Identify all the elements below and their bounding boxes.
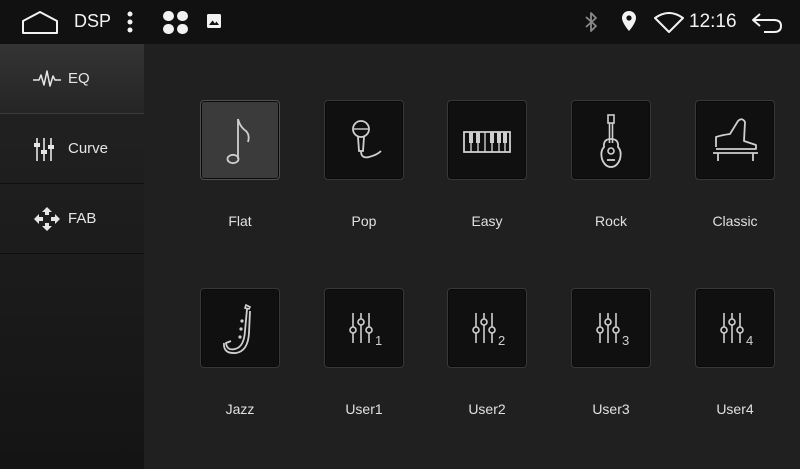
preset-tile[interactable]: 1 — [324, 288, 404, 368]
music-note-icon — [226, 118, 250, 165]
piano-keys-icon — [463, 131, 511, 153]
preset-classic[interactable]: Classic — [673, 100, 797, 240]
preset-user3[interactable]: 3 User3 — [549, 288, 673, 428]
sidebar-item-label: EQ — [68, 70, 90, 87]
user-eq-icon: 1 — [349, 313, 382, 348]
sliders-icon — [34, 137, 54, 161]
user-eq-icon: 3 — [596, 313, 629, 348]
preset-pop[interactable]: Pop — [302, 100, 426, 240]
preset-grid: Flat Pop Easy Rock Classic Jazz 1 User1 … — [144, 44, 800, 469]
preset-label: Flat — [228, 213, 252, 229]
preset-flat[interactable]: Flat — [178, 100, 302, 240]
preset-label: Pop — [351, 213, 377, 229]
preset-label: User3 — [592, 401, 630, 417]
bluetooth-icon — [585, 12, 597, 32]
preset-user4[interactable]: 4 User4 — [673, 288, 797, 428]
grand-piano-icon — [713, 118, 758, 161]
clock: 12:16 — [689, 11, 737, 32]
sidebar: EQ Curve FAB — [0, 44, 144, 469]
guitar-icon — [600, 114, 622, 168]
wifi-icon — [654, 12, 684, 33]
sidebar-item-eq[interactable]: EQ — [0, 44, 144, 114]
user-number: 3 — [622, 333, 629, 348]
preset-label: Rock — [595, 213, 627, 229]
user-number: 1 — [375, 333, 382, 348]
sidebar-item-curve[interactable]: Curve — [0, 114, 144, 184]
status-bar: DSP 12:16 — [0, 0, 800, 44]
preset-tile[interactable] — [200, 288, 280, 368]
location-icon — [622, 11, 636, 31]
sidebar-item-label: FAB — [68, 210, 97, 227]
preset-tile[interactable]: 3 — [571, 288, 651, 368]
preset-label: Easy — [471, 213, 503, 229]
sidebar-item-fab[interactable]: FAB — [0, 184, 144, 254]
user-number: 2 — [498, 333, 505, 348]
sidebar-item-label: Curve — [68, 140, 109, 157]
back-icon[interactable] — [750, 10, 784, 34]
preset-tile[interactable] — [447, 100, 527, 180]
user-eq-icon: 2 — [472, 313, 505, 348]
preset-tile[interactable]: 4 — [695, 288, 775, 368]
user-number: 4 — [746, 333, 753, 348]
preset-user2[interactable]: 2 User2 — [425, 288, 549, 428]
home-icon[interactable] — [20, 9, 60, 35]
preset-jazz[interactable]: Jazz — [178, 288, 302, 428]
preset-tile[interactable] — [695, 100, 775, 180]
app-title: DSP — [74, 11, 112, 31]
microphone-icon — [352, 120, 382, 159]
preset-tile[interactable]: 2 — [447, 288, 527, 368]
preset-tile[interactable] — [571, 100, 651, 180]
preset-tile[interactable] — [200, 100, 280, 180]
balance-arrows-icon — [34, 206, 60, 231]
preset-label: Classic — [712, 213, 758, 229]
preset-easy[interactable]: Easy — [425, 100, 549, 240]
user-eq-icon: 4 — [720, 313, 753, 348]
waveform-icon — [33, 69, 61, 87]
saxophone-icon — [223, 303, 252, 354]
preset-user1[interactable]: 1 User1 — [302, 288, 426, 428]
preset-tile[interactable] — [324, 100, 404, 180]
image-icon[interactable] — [206, 13, 222, 29]
more-vert-icon[interactable] — [125, 11, 135, 35]
preset-rock[interactable]: Rock — [549, 100, 673, 240]
preset-label: User4 — [716, 401, 754, 417]
preset-label: Jazz — [225, 401, 255, 417]
preset-label: User1 — [345, 401, 383, 417]
preset-label: User2 — [468, 401, 506, 417]
apps-icon[interactable] — [162, 10, 190, 36]
